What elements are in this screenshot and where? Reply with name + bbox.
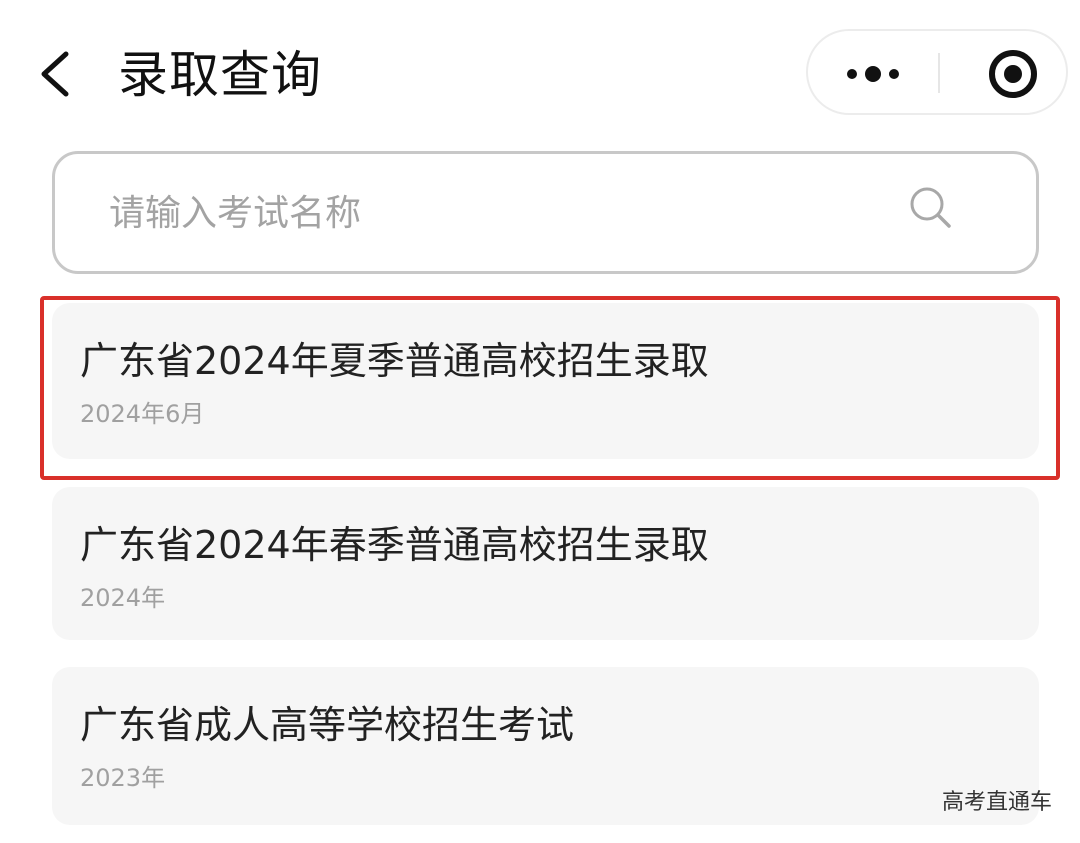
exam-date: 2024年 xyxy=(80,584,166,612)
target-close-icon xyxy=(989,50,1037,98)
mini-program-capsule xyxy=(806,29,1068,115)
exam-date: 2024年6月 xyxy=(80,400,205,428)
search-icon[interactable] xyxy=(907,184,957,234)
chevron-left-icon xyxy=(41,51,69,97)
exam-date: 2023年 xyxy=(80,764,166,792)
exam-list-item[interactable]: 广东省成人高等学校招生考试 2023年 xyxy=(52,667,1039,825)
exam-title: 广东省成人高等学校招生考试 xyxy=(80,703,575,747)
exam-title: 广东省2024年夏季普通高校招生录取 xyxy=(80,339,709,383)
search-box xyxy=(52,151,1039,274)
page-title: 录取查询 xyxy=(118,46,322,104)
exam-list-item[interactable]: 广东省2024年夏季普通高校招生录取 2024年6月 xyxy=(52,303,1039,459)
close-mini-program-button[interactable] xyxy=(940,31,1066,113)
search-input[interactable] xyxy=(109,180,889,246)
exam-list-item[interactable]: 广东省2024年春季普通高校招生录取 2024年 xyxy=(52,487,1039,640)
more-button[interactable] xyxy=(808,31,938,113)
exam-title: 广东省2024年春季普通高校招生录取 xyxy=(80,523,709,567)
more-dots-icon xyxy=(847,66,899,82)
watermark: 高考直通车 xyxy=(942,790,1053,815)
back-button[interactable] xyxy=(28,42,88,106)
